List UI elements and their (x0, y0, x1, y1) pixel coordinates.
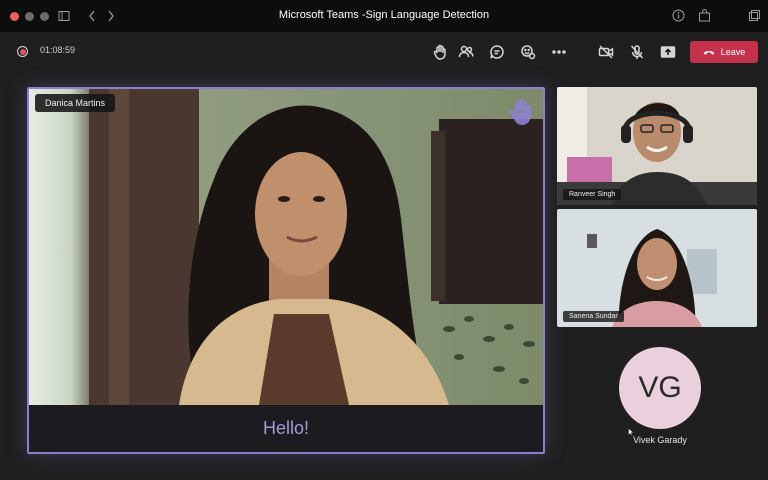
back-arrow-icon[interactable] (88, 10, 96, 22)
minimize-window-button[interactable] (25, 11, 34, 21)
people-button[interactable] (456, 42, 476, 62)
close-window-button[interactable] (10, 11, 19, 21)
share-screen-button[interactable] (658, 42, 678, 62)
participant-name-tag: Sanena Sundar (563, 311, 624, 322)
more-options-icon (552, 50, 566, 54)
raised-hand-icon (509, 99, 531, 125)
avatar-participant-name: Vivek Garady (633, 435, 687, 445)
forward-arrow-icon[interactable] (107, 10, 115, 22)
participant-name-tag: Ranveer Singh (563, 189, 622, 200)
participant-name-tag: Danica Martins (35, 94, 116, 112)
window-title: Microsoft Teams -Sign Language Detection (278, 9, 490, 21)
more-options-button[interactable] (549, 42, 569, 62)
hang-up-icon (703, 51, 714, 55)
participant-video-image (557, 209, 757, 327)
share-screen-icon (660, 46, 676, 58)
zoom-window-button[interactable] (40, 11, 49, 21)
sidebar-toggle-icon[interactable] (58, 10, 70, 22)
reactions-button[interactable] (518, 42, 538, 62)
recording-indicator-icon (17, 46, 28, 57)
participant-avatar[interactable]: VG (619, 347, 701, 429)
reactions-icon (521, 45, 536, 60)
meeting-toolbar: 01:08:59 Leave (0, 32, 768, 72)
raise-hand-button[interactable] (430, 42, 450, 62)
participant-tile[interactable]: Sanena Sundar (557, 209, 757, 327)
caption-area: Hello! (29, 405, 543, 452)
main-video-feed: Danica Martins (29, 89, 543, 405)
main-video-tile[interactable]: Danica Martins Hello! (27, 87, 545, 454)
mic-toggle-button[interactable] (627, 42, 647, 62)
camera-off-icon (598, 45, 614, 59)
raise-hand-icon (433, 44, 446, 60)
chat-button[interactable] (487, 42, 507, 62)
window-controls (10, 11, 49, 21)
pop-out-icon[interactable] (748, 9, 761, 22)
people-icon (458, 45, 474, 58)
camera-toggle-button[interactable] (596, 42, 616, 62)
participant-video-image (557, 87, 757, 205)
chat-icon (490, 45, 504, 59)
detected-sign-caption: Hello! (262, 418, 310, 438)
mic-off-icon (630, 45, 644, 59)
title-bar: Microsoft Teams -Sign Language Detection (0, 0, 768, 32)
leave-button[interactable]: Leave (690, 41, 758, 63)
store-icon[interactable] (698, 9, 711, 22)
participant-tile[interactable]: Ranveer Singh (557, 87, 757, 205)
meeting-timer: 01:08:59 (40, 45, 76, 55)
leave-label: Leave (720, 47, 746, 57)
participant-video-image (29, 89, 543, 405)
info-icon[interactable] (672, 9, 685, 22)
